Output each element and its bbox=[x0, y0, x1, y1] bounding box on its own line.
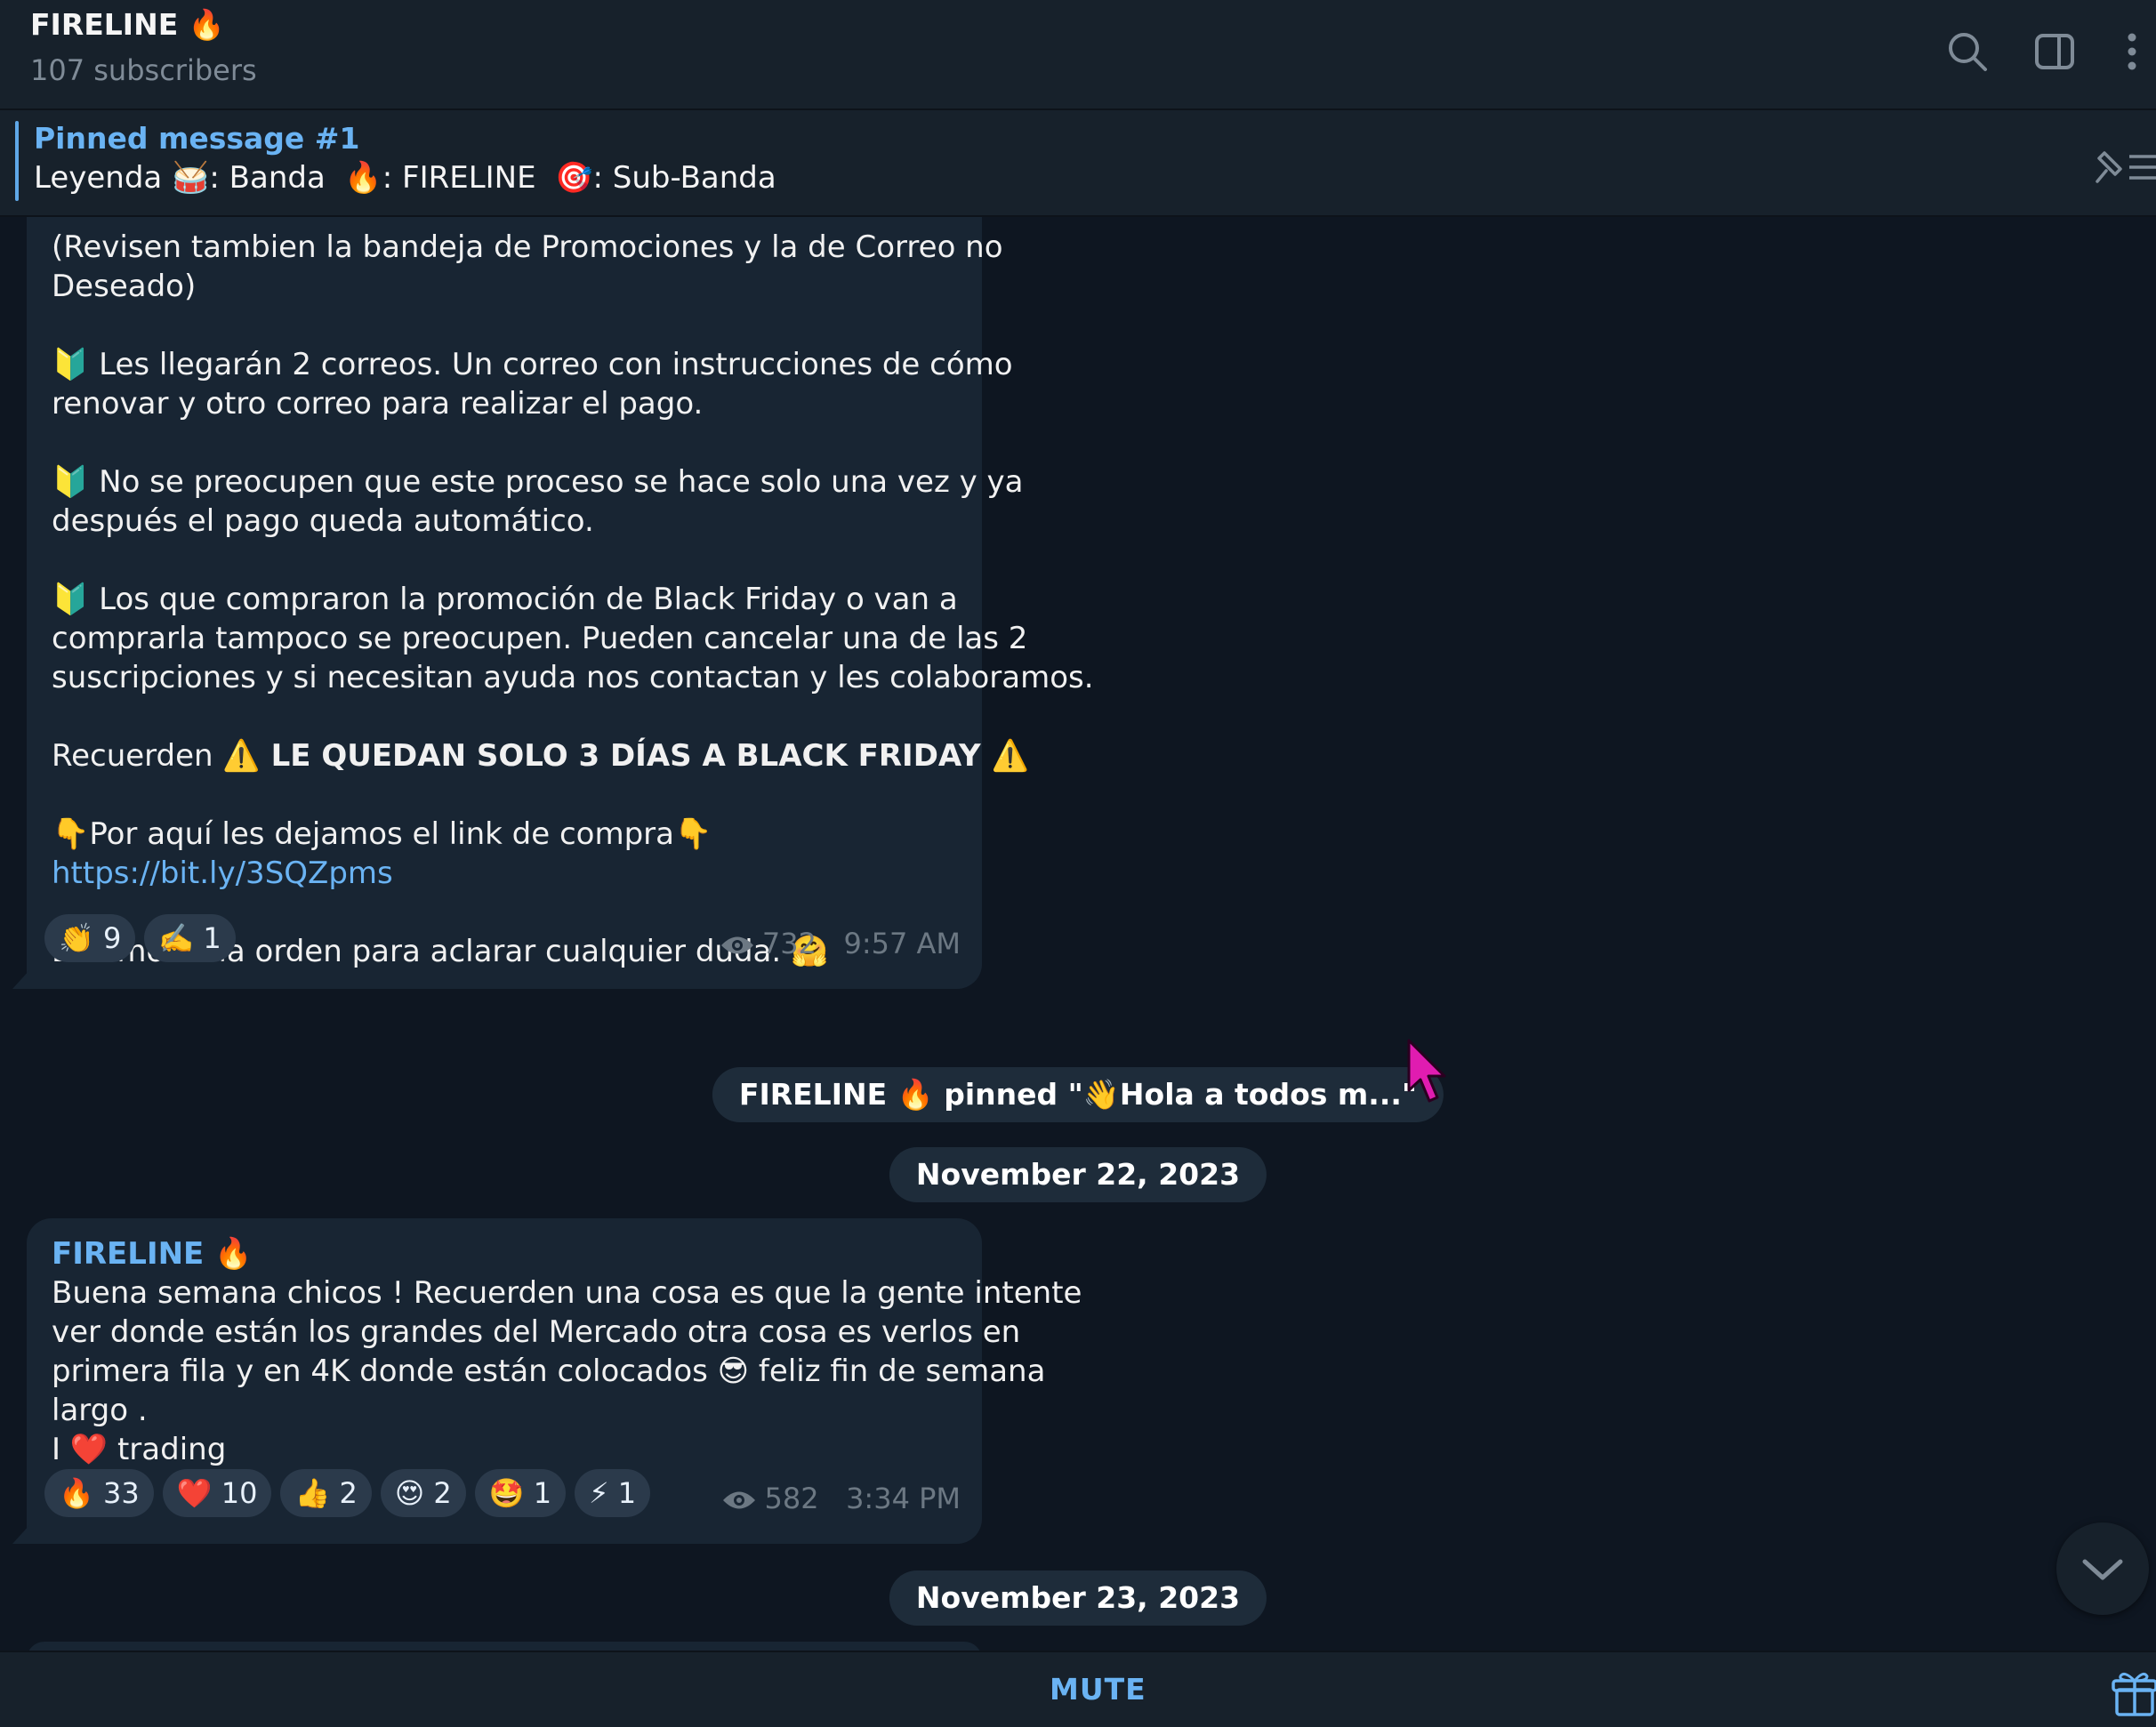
text-line: I ❤️ trading bbox=[52, 1432, 227, 1467]
text-line: suscripciones y si necesitan ayuda nos c… bbox=[52, 660, 1094, 695]
sender-name[interactable]: FIRELINE 🔥 bbox=[52, 1236, 252, 1272]
date-separator: November 23, 2023 bbox=[889, 1570, 1267, 1626]
chat-footer: MUTE bbox=[0, 1651, 2156, 1727]
subscriber-count: 107 subscribers bbox=[30, 53, 257, 87]
message-bubble-partial[interactable] bbox=[27, 1642, 982, 1651]
pinned-list-icon[interactable] bbox=[2094, 146, 2156, 190]
message-text: Buena semana chicos ! Recuerden una cosa… bbox=[52, 1273, 1082, 1469]
text-line: después el pago queda automático. bbox=[52, 503, 594, 539]
reaction-emoji: 🔥 bbox=[59, 1476, 94, 1510]
reaction-count: 1 bbox=[617, 1476, 637, 1510]
reaction-count: 1 bbox=[203, 921, 221, 955]
views-eye-icon bbox=[723, 1491, 756, 1509]
reaction-thumbs-up[interactable]: 👍 2 bbox=[280, 1469, 372, 1517]
text-line: 🔰 Los que compraron la promoción de Blac… bbox=[52, 582, 958, 617]
reactions-bar: 👏 9 ✍️ 1 bbox=[44, 914, 236, 962]
purchase-link[interactable]: https://bit.ly/3SQZpms bbox=[52, 854, 1094, 893]
text-line: 🔰 No se preocupen que este proceso se ha… bbox=[52, 464, 1024, 500]
reaction-lightning[interactable]: ⚡ 1 bbox=[575, 1469, 651, 1517]
chevron-down-icon bbox=[2082, 1559, 2123, 1580]
sidebar-toggle-icon[interactable] bbox=[2030, 27, 2080, 76]
text-line: largo . bbox=[52, 1393, 148, 1428]
pinned-title: Pinned message #1 bbox=[34, 121, 360, 156]
message-time: 3:34 PM bbox=[846, 1482, 961, 1515]
reaction-emoji: 🤩 bbox=[488, 1476, 525, 1510]
mute-button[interactable]: MUTE bbox=[1050, 1672, 1146, 1707]
message-time: 9:57 AM bbox=[843, 927, 961, 960]
link-intro: 👇Por aquí les dejamos el link de compra👇 bbox=[52, 816, 712, 852]
text-line: renovar y otro correo para realizar el p… bbox=[52, 386, 704, 422]
reaction-emoji: 👍 bbox=[294, 1476, 331, 1510]
text-line: ver donde están los grandes del Mercado … bbox=[52, 1314, 1021, 1350]
reaction-heart[interactable]: ❤️ 10 bbox=[162, 1469, 272, 1517]
bubble-tail bbox=[12, 1524, 30, 1544]
reaction-emoji: 😍 bbox=[394, 1476, 425, 1510]
channel-title[interactable]: FIRELINE 🔥 bbox=[30, 7, 225, 43]
reaction-emoji: 👏 bbox=[59, 921, 94, 955]
pinned-indicator bbox=[15, 121, 19, 201]
pinned-text: Leyenda 🥁: Banda 🔥: FIRELINE 🎯: Sub-Band… bbox=[34, 160, 776, 196]
reaction-count: 1 bbox=[533, 1476, 552, 1510]
search-icon[interactable] bbox=[1943, 27, 1992, 76]
message-meta: 582 3:34 PM bbox=[721, 1482, 961, 1515]
text-line: primera fila y en 4K donde están colocad… bbox=[52, 1353, 1046, 1389]
reminder-bold: ⚠️ LE QUEDAN SOLO 3 DÍAS A BLACK FRIDAY … bbox=[222, 738, 1029, 774]
more-options-icon[interactable] bbox=[2110, 27, 2154, 76]
reaction-fire[interactable]: 🔥 33 bbox=[44, 1469, 154, 1517]
reaction-count: 33 bbox=[103, 1476, 140, 1510]
text-line: comprarla tampoco se preocupen. Pueden c… bbox=[52, 621, 1028, 656]
pinned-message-bar[interactable]: Pinned message #1 Leyenda 🥁: Banda 🔥: FI… bbox=[0, 110, 2156, 217]
scroll-to-bottom-button[interactable] bbox=[2056, 1522, 2149, 1615]
view-count: 732 bbox=[761, 927, 817, 960]
text-line: Buena semana chicos ! Recuerden una cosa… bbox=[52, 1275, 1082, 1311]
reaction-clap[interactable]: 👏 9 bbox=[44, 914, 136, 962]
message-text: (Revisen tambien la bandeja de Promocion… bbox=[52, 228, 1094, 971]
reactions-bar: 🔥 33 ❤️ 10 👍 2 😍 2 🤩 1 ⚡ 1 bbox=[44, 1469, 651, 1517]
message-list[interactable]: (Revisen tambien la bandeja de Promocion… bbox=[0, 217, 2156, 1651]
reaction-count: 9 bbox=[103, 921, 122, 955]
reaction-writing[interactable]: ✍️ 1 bbox=[144, 914, 236, 962]
chat-header: FIRELINE 🔥 107 subscribers bbox=[0, 0, 2156, 110]
mouse-cursor-icon bbox=[1407, 1039, 1446, 1103]
message-meta: 732 9:57 AM bbox=[720, 927, 961, 960]
reaction-count: 2 bbox=[433, 1476, 452, 1510]
text-line: 🔰 Les llegarán 2 correos. Un correo con … bbox=[52, 347, 1013, 382]
reaction-count: 10 bbox=[221, 1476, 258, 1510]
date-separator: November 22, 2023 bbox=[889, 1147, 1267, 1202]
message-bubble[interactable]: (Revisen tambien la bandeja de Promocion… bbox=[27, 217, 1094, 989]
reaction-star-struck[interactable]: 🤩 1 bbox=[474, 1469, 567, 1517]
text-line: Deseado) bbox=[52, 269, 197, 304]
reaction-emoji: ❤️ bbox=[176, 1476, 213, 1510]
view-count: 582 bbox=[764, 1482, 819, 1515]
reaction-emoji: ⚡ bbox=[589, 1476, 609, 1510]
reaction-emoji: ✍️ bbox=[158, 921, 195, 955]
reminder-line: Recuerden ⚠️ LE QUEDAN SOLO 3 DÍAS A BLA… bbox=[52, 736, 1094, 775]
reaction-heart-eyes[interactable]: 😍 2 bbox=[380, 1469, 466, 1517]
message-bubble[interactable]: FIRELINE 🔥 Buena semana chicos ! Recuerd… bbox=[27, 1218, 1082, 1544]
pinned-service-message[interactable]: FIRELINE 🔥 pinned "👋Hola a todos m..." bbox=[712, 1067, 1444, 1122]
text-line: (Revisen tambien la bandeja de Promocion… bbox=[52, 229, 1003, 265]
reminder-prefix: Recuerden bbox=[52, 738, 223, 774]
bubble-tail bbox=[12, 969, 30, 989]
gift-icon[interactable] bbox=[2112, 1668, 2156, 1718]
views-eye-icon bbox=[720, 936, 753, 954]
reaction-count: 2 bbox=[339, 1476, 358, 1510]
